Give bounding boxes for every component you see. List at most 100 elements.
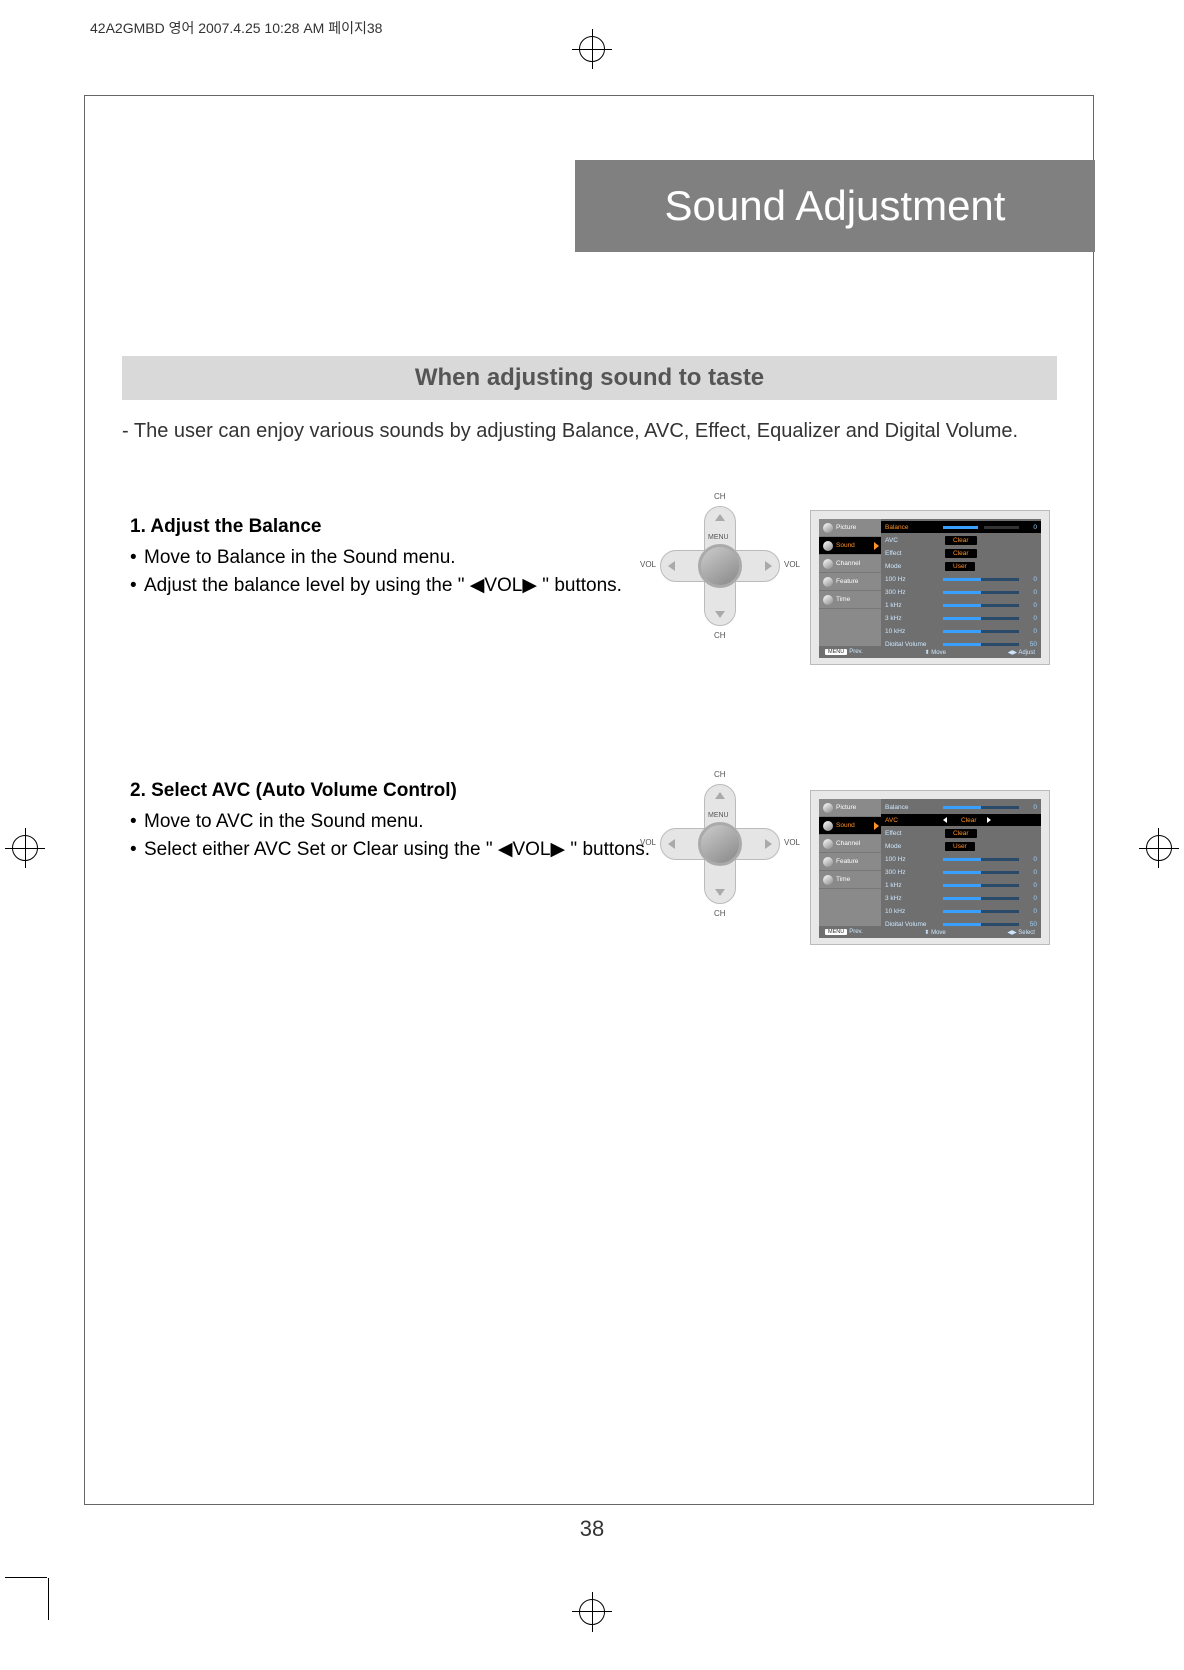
osd-row-label: Balance: [885, 524, 939, 531]
registration-cross-right-v: [1158, 828, 1159, 868]
dpad-up-icon: [715, 792, 725, 799]
osd-row-label: Mode: [885, 843, 939, 850]
osd-row-value: 0: [1023, 615, 1037, 622]
osd-row-label: 100 Hz: [885, 856, 939, 863]
osd-row-label: 3 kHz: [885, 615, 939, 622]
print-meta-header: 42A2GMBD 영어 2007.4.25 10:28 AM 페이지38: [90, 18, 382, 38]
osd-nav-item: Picture: [819, 799, 881, 817]
osd-row: AVCClear: [885, 534, 1037, 546]
osd-row: 3 kHz0: [885, 892, 1037, 904]
osd-chip: User: [945, 562, 975, 571]
osd-nav-icon: [823, 595, 833, 605]
osd-slider: [943, 604, 1019, 607]
osd-slider: [943, 630, 1019, 633]
registration-cross-right-h: [1139, 848, 1179, 849]
dpad-label-menu: MENU: [708, 534, 729, 541]
osd-row: AVC Clear: [881, 814, 1041, 826]
osd-slider: [943, 806, 1019, 809]
osd-row-label: 10 kHz: [885, 628, 939, 635]
dpad-label-vol-left: VOL: [640, 560, 656, 569]
osd-row-label: Effect: [885, 550, 939, 557]
dpad-label-ch-down: CH: [714, 909, 726, 918]
osd-nav-item: Channel: [819, 835, 881, 853]
osd-nav-label: Sound: [836, 822, 855, 829]
osd-row-value: 0: [1023, 869, 1037, 876]
osd-row: 100 Hz 0: [885, 573, 1037, 585]
dpad-label-vol-right: VOL: [784, 838, 800, 847]
osd-nav-label: Channel: [836, 560, 860, 567]
section-1-line-2: Adjust the balance level by using the " …: [130, 572, 690, 600]
dpad-center-button: [698, 822, 742, 866]
osd-row: EffectClear: [885, 547, 1037, 559]
section-1-heading: 1. Adjust the Balance: [130, 516, 690, 538]
dpad-label-vol-left: VOL: [640, 838, 656, 847]
osd-nav-item: Sound: [819, 537, 881, 555]
osd-nav-label: Sound: [836, 542, 855, 549]
osd-row: ModeUser: [885, 840, 1037, 852]
section-2-line-2: Select either AVC Set or Clear using the…: [130, 836, 690, 864]
osd-slider: [943, 617, 1019, 620]
remote-dpad-figure-2: CH CH VOL VOL MENU: [660, 784, 780, 904]
osd-row-label: 3 kHz: [885, 895, 939, 902]
dpad-down-icon: [715, 611, 725, 618]
subtitle-bar: When adjusting sound to taste: [122, 356, 1057, 400]
osd-chip: Clear: [945, 829, 977, 838]
osd-nav-icon: [823, 523, 833, 533]
osd-slider: [943, 578, 1019, 581]
osd-row-label: AVC: [885, 817, 939, 824]
osd-nav-label: Feature: [836, 578, 858, 585]
triangle-right-icon: [987, 817, 991, 823]
dpad-down-icon: [715, 889, 725, 896]
osd-nav-label: Time: [836, 876, 850, 883]
registration-cross-left-v: [25, 828, 26, 868]
dpad-label-vol-right: VOL: [784, 560, 800, 569]
page-title: Sound Adjustment: [665, 182, 1006, 230]
osd-nav-icon: [823, 857, 833, 867]
osd-nav-label: Channel: [836, 840, 860, 847]
triangle-right-icon: ▶: [551, 839, 566, 860]
osd-nav-item: Time: [819, 591, 881, 609]
osd-row-value: 0: [1023, 908, 1037, 915]
osd-slider: [943, 871, 1019, 874]
osd-row-label: AVC: [885, 537, 939, 544]
osd-chip: Clear: [953, 816, 985, 825]
osd-row-value: 0: [1023, 882, 1037, 889]
osd-row: 100 Hz 0: [885, 853, 1037, 865]
osd-row-value: 0: [1023, 602, 1037, 609]
osd-row: 10 kHz0: [885, 905, 1037, 917]
dpad-label-ch-up: CH: [714, 770, 726, 779]
osd-row-value: 0: [1023, 589, 1037, 596]
section-2-line-1: Move to AVC in the Sound menu.: [130, 808, 690, 836]
osd-row-label: Effect: [885, 830, 939, 837]
osd-nav-item: Feature: [819, 853, 881, 871]
osd-nav-label: Picture: [836, 804, 856, 811]
osd-row-value: 0: [1023, 576, 1037, 583]
osd-nav-item: Time: [819, 871, 881, 889]
osd-row: 300 Hz0: [885, 586, 1037, 598]
dpad-label-ch-up: CH: [714, 492, 726, 501]
osd-row-value: 0: [1023, 628, 1037, 635]
osd-row-label: 1 kHz: [885, 602, 939, 609]
osd-row: 3 kHz 0: [885, 612, 1037, 624]
dpad-right-icon: [765, 839, 772, 849]
osd-row: Effect Clear: [885, 827, 1037, 839]
section-2-heading: 2. Select AVC (Auto Volume Control): [130, 780, 690, 802]
osd-row-value: 0: [1023, 856, 1037, 863]
section-avc: 2. Select AVC (Auto Volume Control) Move…: [130, 780, 690, 863]
osd-slider: [943, 858, 1019, 861]
osd-row: Balance0: [885, 801, 1037, 813]
osd-footer: MENUPrev. ⬍ Move ◀▶ Select: [819, 926, 1041, 938]
crop-mark: [48, 1578, 49, 1620]
osd-row-label: 100 Hz: [885, 576, 939, 583]
osd-nav-item: Feature: [819, 573, 881, 591]
osd-left-nav: PictureSoundChannelFeatureTime: [819, 519, 881, 656]
osd-nav-item: Channel: [819, 555, 881, 573]
osd-row: 1 kHz0: [885, 879, 1037, 891]
osd-footer: MENUPrev. ⬍ Move ◀▶ Adjust: [819, 646, 1041, 658]
dpad-label-menu: MENU: [708, 812, 729, 819]
osd-slider: [943, 910, 1019, 913]
osd-nav-icon: [823, 577, 833, 587]
osd-nav-icon: [823, 559, 833, 569]
section-1-line-1: Move to Balance in the Sound menu.: [130, 544, 690, 572]
dpad-left-icon: [668, 839, 675, 849]
